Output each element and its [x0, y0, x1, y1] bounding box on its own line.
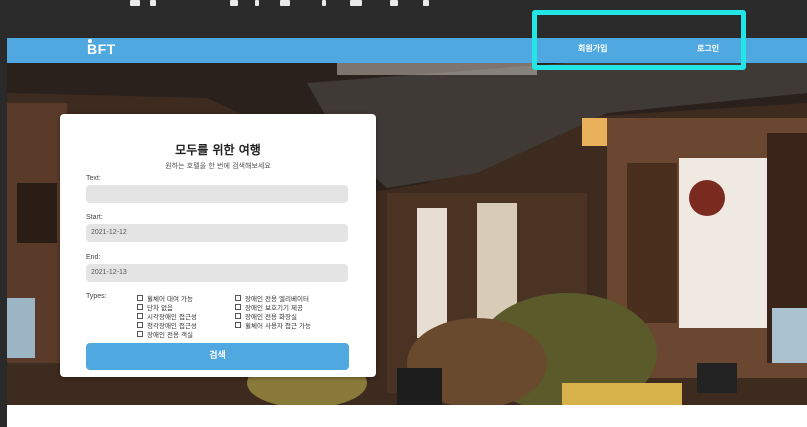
text-input[interactable] — [86, 185, 348, 203]
type-option-wheelchair-access[interactable]: 휠체어 사용자 접근 가능 — [235, 320, 311, 330]
type-option-label: 휠체어 사용자 접근 가능 — [245, 322, 311, 330]
web-page: BFT 회원가입 로그인 모두를 위한 여행 원하는 호텔을 한 번에 검색해보… — [7, 38, 807, 427]
start-label: Start: — [86, 214, 103, 221]
checkbox[interactable] — [235, 295, 241, 301]
checkbox[interactable] — [137, 331, 143, 337]
type-option-accessible-room[interactable]: 장애인 전용 객실 — [137, 329, 193, 339]
type-option-label: 장애인 전용 객실 — [147, 331, 193, 339]
nav-highlight-box — [532, 10, 746, 70]
end-label: End: — [86, 254, 101, 261]
search-button[interactable]: 검색 — [86, 343, 349, 370]
page-footer-area — [7, 405, 807, 427]
logo[interactable]: BFT — [87, 41, 116, 57]
checkbox[interactable] — [137, 304, 143, 310]
text-label: Text: — [86, 175, 101, 182]
start-date-input[interactable]: 2021-12-12 — [86, 224, 348, 242]
search-title: 모두를 위한 여행 — [175, 143, 261, 157]
types-label: Types: — [86, 293, 107, 300]
checkbox[interactable] — [235, 322, 241, 328]
cropped-text-fragments — [90, 0, 470, 8]
checkbox[interactable] — [137, 322, 143, 328]
checkbox[interactable] — [235, 313, 241, 319]
hero-background-photo: 모두를 위한 여행 원하는 호텔을 한 번에 검색해보세요 Text: Star… — [7, 63, 807, 405]
search-subtitle: 원하는 호텔을 한 번에 검색해보세요 — [165, 162, 271, 170]
checkbox[interactable] — [137, 313, 143, 319]
end-date-input[interactable]: 2021-12-13 — [86, 264, 348, 282]
checkbox[interactable] — [137, 295, 143, 301]
checkbox[interactable] — [235, 304, 241, 310]
search-card: 모두를 위한 여행 원하는 호텔을 한 번에 검색해보세요 Text: Star… — [60, 114, 376, 377]
